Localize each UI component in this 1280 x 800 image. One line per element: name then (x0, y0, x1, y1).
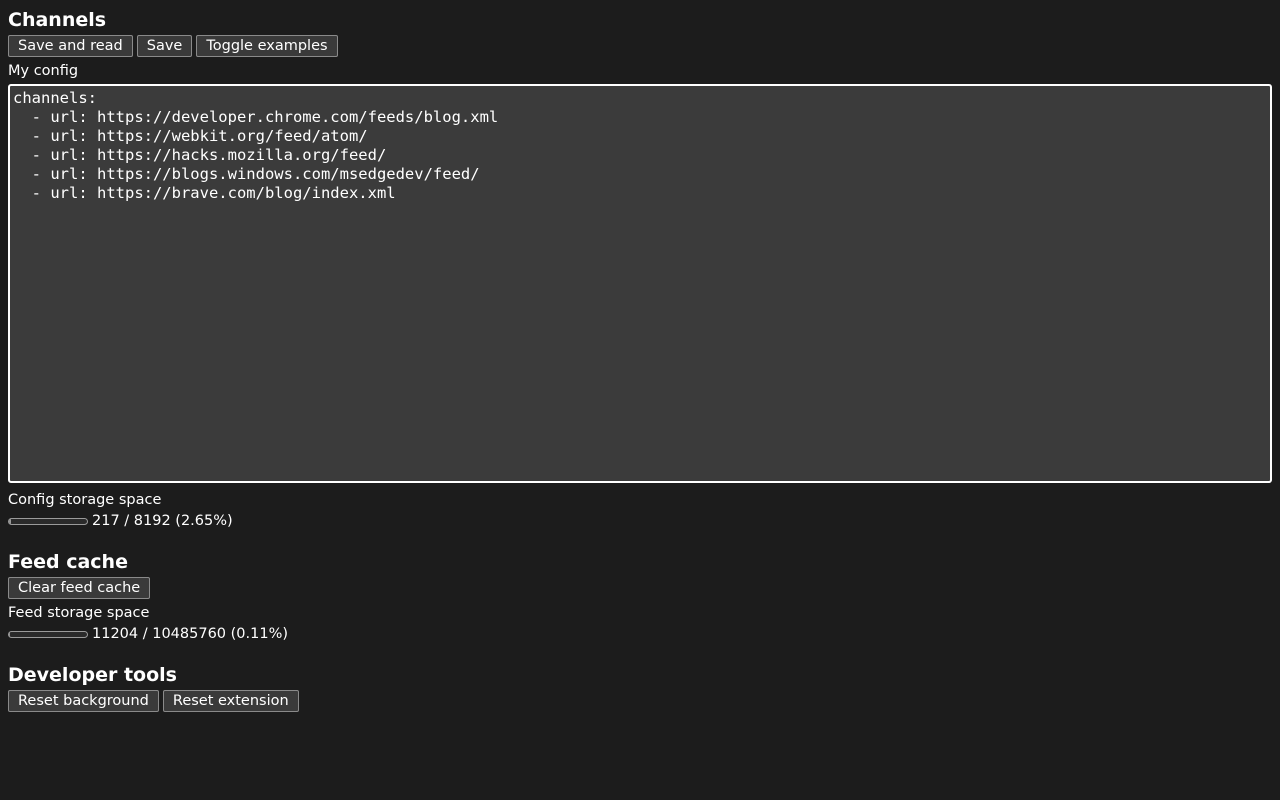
options-page: Channels Save and read Save Toggle examp… (0, 0, 1280, 712)
developer-tools-heading: Developer tools (8, 664, 177, 686)
feed-cache-button-row: Clear feed cache (8, 577, 1272, 599)
save-and-read-button[interactable]: Save and read (8, 35, 133, 57)
toggle-examples-button[interactable]: Toggle examples (196, 35, 338, 57)
config-storage-label: Config storage space (8, 492, 162, 508)
reset-background-button[interactable]: Reset background (8, 690, 159, 712)
feed-cache-heading: Feed cache (8, 551, 128, 573)
config-storage-meter (8, 517, 88, 525)
developer-tools-button-row: Reset background Reset extension (8, 690, 1272, 712)
config-storage-value: 217 / 8192 (2.65%) (92, 513, 233, 529)
config-storage-meter-row: 217 / 8192 (2.65%) (8, 511, 1272, 531)
config-storage-meter-fill (9, 518, 12, 524)
feed-storage-meter (8, 630, 88, 638)
channels-button-row: Save and read Save Toggle examples (8, 35, 1272, 57)
feed-storage-meter-row: 11204 / 10485760 (0.11%) (8, 624, 1272, 644)
save-button[interactable]: Save (136, 35, 193, 57)
channels-heading: Channels (8, 9, 107, 31)
reset-extension-button[interactable]: Reset extension (162, 690, 299, 712)
config-label: My config (8, 63, 79, 79)
feed-storage-value: 11204 / 10485760 (0.11%) (92, 626, 289, 642)
config-editor[interactable] (8, 84, 1272, 483)
feed-storage-label: Feed storage space (8, 605, 150, 621)
clear-feed-cache-button[interactable]: Clear feed cache (8, 577, 151, 599)
